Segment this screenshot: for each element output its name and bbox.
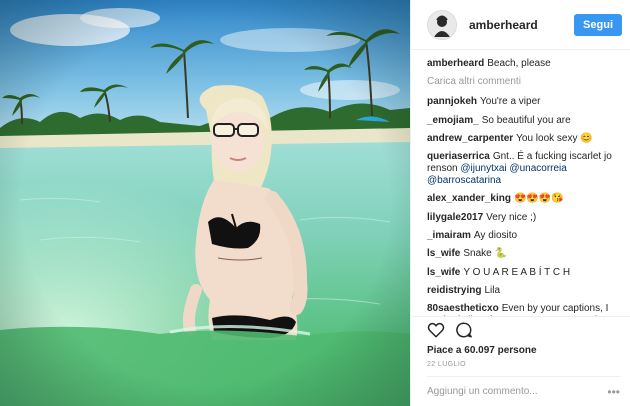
comment-item: pannjokeh You're a viper [427,96,620,108]
instagram-post: amberheard Segui amberheard Beach, please… [0,0,630,406]
comment-text: You look sexy 😊 [516,132,593,144]
comment-item: andrew_carpenter You look sexy 😊 [427,133,620,145]
comment-username[interactable]: queriaserrica [427,151,490,162]
comment-item: lilygale2017 Very nice ;) [427,212,620,224]
comment-text: 😍😍😍😘 [513,193,564,205]
comment-item: ls_wife Y O U A R E A B Í T C H [427,267,620,279]
action-bar [411,316,630,342]
post-date[interactable]: 22 LUGLIO [411,358,630,376]
caption: amberheard Beach, please [427,58,620,70]
comment-username[interactable]: 80saestheticxo [427,303,499,314]
add-comment-bar: ••• [427,376,620,406]
avatar[interactable] [427,9,457,40]
comment-item: ls_wife Snake 🐍 [427,248,620,260]
follow-button[interactable]: Segui [574,13,622,36]
load-more-comments-link[interactable]: Carica altri commenti [427,76,620,88]
comments-list: amberheard Beach, please Carica altri com… [411,50,630,316]
caption-username[interactable]: amberheard [427,58,484,69]
comment-item: 80saestheticxoEven by your captions, I g… [427,303,620,316]
comment-item: _emojiam_ So beautiful you are [427,115,620,127]
post-sidebar: amberheard Segui amberheard Beach, please… [410,0,630,406]
comment-item: _imairam Ay diosito [427,230,620,242]
comment-username[interactable]: _imairam [427,230,471,241]
comment-icon[interactable] [455,321,473,339]
header-username[interactable]: amberheard [469,18,574,32]
comment-username[interactable]: _emojiam_ [427,115,479,126]
comment-text: You're a viper [480,96,541,108]
comment-item: reidistrying Lila [427,285,620,297]
post-photo[interactable] [0,0,410,406]
caption-text: Beach, please [487,58,551,69]
comment-username[interactable]: lilygale2017 [427,212,483,223]
comment-item: queriaserrica Gnt.. É a fucking iscarlet … [427,151,620,187]
comment-username[interactable]: ls_wife [427,267,460,278]
add-comment-input[interactable] [427,386,597,397]
comment-text: Y O U A R E A B Í T C H [463,266,571,278]
beach-photo-image [0,0,410,406]
comment-text: Lila [484,284,501,296]
comment-text: Very nice ;) [486,211,537,223]
comment-username[interactable]: reidistrying [427,285,481,296]
comment-username[interactable]: pannjokeh [427,96,477,107]
comment-text: So beautiful you are [481,114,571,126]
comment-username[interactable]: andrew_carpenter [427,133,513,144]
comment-username[interactable]: alex_xander_king [427,193,511,204]
comment-text: Ay diosito [473,230,518,242]
comment-username[interactable]: ls_wife [427,248,460,259]
comment-item: alex_xander_king 😍😍😍😘 [427,193,620,205]
likes-count[interactable]: Piace a 60.097 persone [411,342,630,358]
comment-text: Snake 🐍 [463,248,507,260]
post-header: amberheard Segui [411,0,630,50]
heart-icon[interactable] [427,321,445,339]
more-options-icon[interactable]: ••• [607,385,620,399]
